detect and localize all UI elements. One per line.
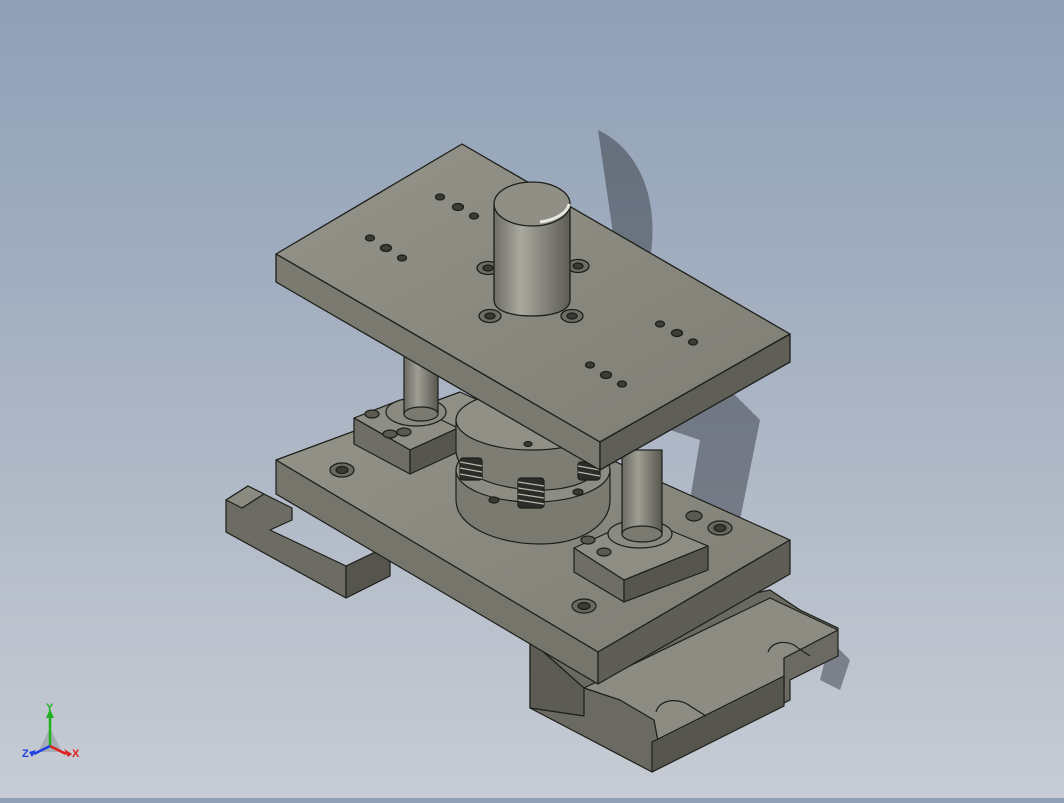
axis-triad-icon <box>29 709 72 757</box>
die-set-model[interactable] <box>0 0 1064 798</box>
view-triad[interactable]: Y X Z <box>20 700 90 770</box>
guide-post-right[interactable] <box>621 449 663 543</box>
y-axis-label: Y <box>46 702 54 714</box>
die-shank[interactable] <box>493 181 571 317</box>
x-axis-label: X <box>72 748 80 760</box>
z-axis-label: Z <box>22 748 29 760</box>
graphics-viewport[interactable] <box>0 0 1064 798</box>
